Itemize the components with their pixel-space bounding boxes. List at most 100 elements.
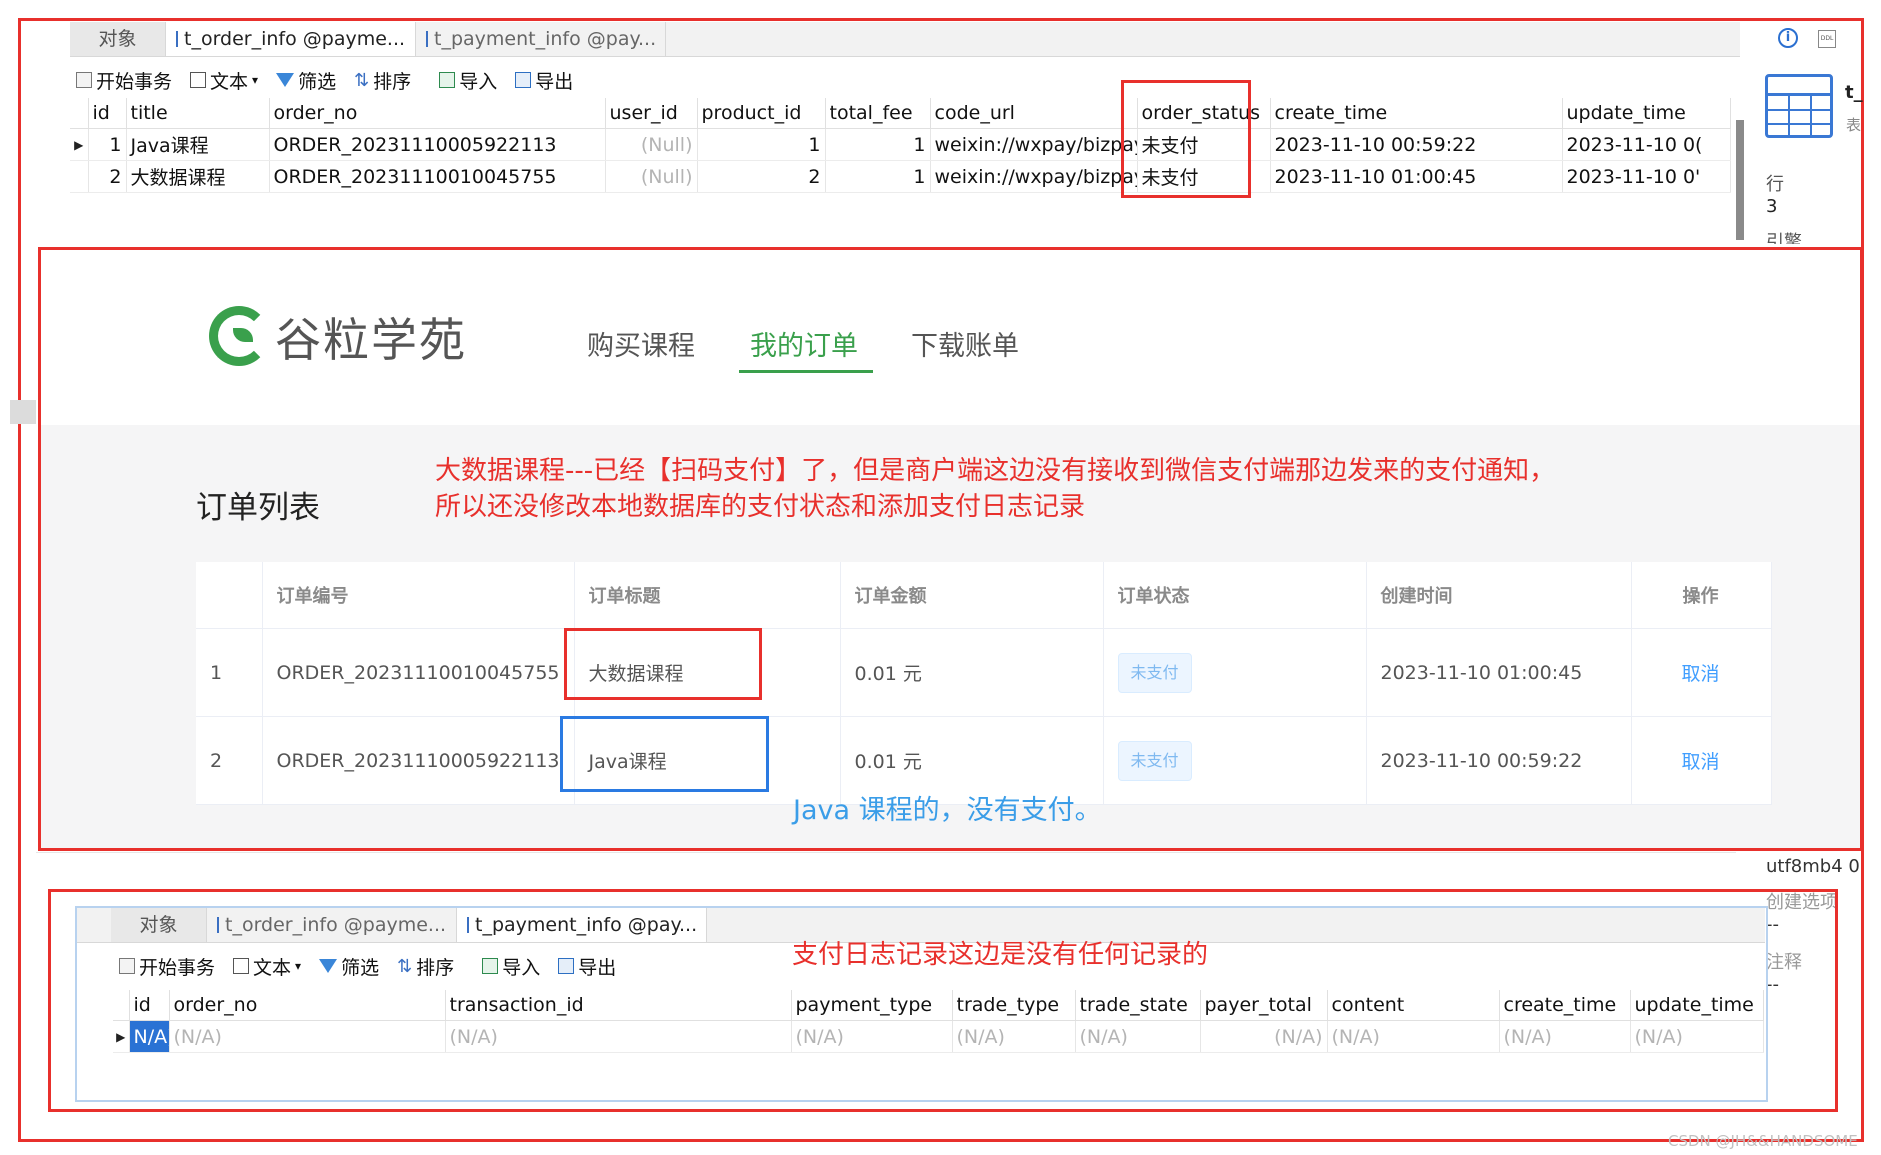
export-button[interactable]: 导出: [558, 953, 616, 980]
cell[interactable]: 1: [825, 128, 931, 161]
column-header[interactable]: id: [129, 990, 170, 1021]
column-header[interactable]: payment_type: [791, 990, 953, 1021]
order-webpage-screenshot: 谷粒学苑 购买课程 我的订单 下载账单 订单列表 大数据课程---已经【扫码支付…: [38, 247, 1863, 851]
text-button[interactable]: 文本 ▾: [190, 67, 258, 94]
cell[interactable]: 2023-11-10 0': [1562, 160, 1731, 193]
begin-transaction-button[interactable]: 开始事务: [119, 953, 215, 980]
tab-payment-info[interactable]: t_payment_info @pay...: [457, 908, 707, 942]
watermark-text: CSDN @JH&&HANDSOME: [1668, 1132, 1858, 1150]
orders-header-row: 订单编号 订单标题 订单金额 订单状态 创建时间 操作: [196, 562, 1772, 629]
orders-table: 订单编号 订单标题 订单金额 订单状态 创建时间 操作 1 ORDER_2023…: [196, 562, 1772, 805]
cell[interactable]: 2023-11-10 01:00:45: [1270, 160, 1563, 193]
sort-button[interactable]: ⇅ 排序: [354, 67, 411, 94]
table-row[interactable]: 2 大数据课程 ORDER_20231110010045755 (Null) 2…: [70, 160, 1731, 193]
vertical-scrollbar[interactable]: [1736, 120, 1744, 240]
filter-button[interactable]: 筛选: [319, 953, 379, 980]
tab-objects[interactable]: 对象: [111, 908, 207, 942]
cell[interactable]: ORDER_20231110010045755: [269, 160, 606, 193]
cancel-order-link[interactable]: 取消: [1681, 663, 1719, 685]
column-header[interactable]: create_time: [1499, 990, 1631, 1021]
filter-icon: [319, 959, 338, 973]
cell[interactable]: 2023-11-10 00:59:22: [1270, 128, 1563, 161]
column-header[interactable]: order_no: [169, 990, 446, 1021]
button-label: 文本: [253, 956, 292, 979]
column-header[interactable]: create_time: [1270, 98, 1563, 129]
cell[interactable]: 2: [88, 160, 127, 193]
order-created: 2023-11-10 00:59:22: [1366, 716, 1632, 805]
tab-objects[interactable]: 对象: [70, 22, 166, 56]
order-action-cell: 取消: [1631, 716, 1772, 805]
cell[interactable]: (N/A): [169, 1020, 446, 1053]
order-info-grid-window: 对象 t_order_info @payme... t_payment_info…: [70, 22, 1740, 244]
cell[interactable]: (N/A): [1630, 1020, 1764, 1053]
cell[interactable]: 大数据课程: [126, 160, 270, 193]
sort-icon: ⇅: [397, 955, 413, 977]
column-header[interactable]: update_time: [1630, 990, 1764, 1021]
button-label: 排序: [416, 956, 455, 979]
tab-order-info[interactable]: t_order_info @payme...: [166, 22, 416, 56]
column-header[interactable]: content: [1327, 990, 1500, 1021]
filter-button[interactable]: 筛选: [276, 67, 336, 94]
cell[interactable]: 1: [825, 160, 931, 193]
cell[interactable]: ORDER_20231110005922113: [269, 128, 606, 161]
column-header[interactable]: total_fee: [825, 98, 931, 129]
tab-order-info[interactable]: t_order_info @payme...: [207, 908, 457, 942]
table-row[interactable]: ▶ 1 Java课程 ORDER_20231110005922113 (Null…: [70, 128, 1731, 161]
cell[interactable]: (Null): [605, 160, 698, 193]
cell[interactable]: (Null): [605, 128, 698, 161]
table-header-row: id order_no transaction_id payment_type …: [113, 990, 1764, 1021]
cell[interactable]: 1: [697, 128, 826, 161]
order-index: 2: [196, 716, 263, 805]
cell[interactable]: (N/A): [1075, 1020, 1201, 1053]
sort-button[interactable]: ⇅ 排序: [397, 953, 454, 980]
export-button[interactable]: 导出: [515, 67, 573, 94]
cancel-order-link[interactable]: 取消: [1681, 751, 1719, 773]
column-header[interactable]: trade_type: [952, 990, 1076, 1021]
import-button[interactable]: 导入: [482, 953, 540, 980]
nav-my-orders[interactable]: 我的订单: [750, 324, 858, 363]
order-list-title: 订单列表: [196, 490, 320, 526]
button-label: 导出: [535, 70, 574, 93]
cell[interactable]: (N/A): [952, 1020, 1076, 1053]
cell[interactable]: 2: [697, 160, 826, 193]
column-header[interactable]: user_id: [605, 98, 698, 129]
column-header[interactable]: payer_total: [1200, 990, 1328, 1021]
cell[interactable]: (N/A): [1200, 1020, 1328, 1053]
cell[interactable]: Java课程: [126, 128, 270, 161]
cell[interactable]: weixin://wxpay/bizpay: [930, 160, 1138, 193]
nav-download-bill[interactable]: 下载账单: [911, 324, 1019, 363]
text-button[interactable]: 文本 ▾: [233, 953, 301, 980]
info-icon[interactable]: i: [1778, 28, 1798, 48]
site-logo-text[interactable]: 谷粒学苑: [275, 304, 467, 370]
button-label: 文本: [210, 70, 249, 93]
cell[interactable]: 2023-11-10 0(: [1562, 128, 1731, 161]
column-header[interactable]: code_url: [930, 98, 1138, 129]
cell[interactable]: 1: [88, 128, 127, 161]
column-header[interactable]: update_time: [1562, 98, 1731, 129]
cell[interactable]: (N/A): [445, 1020, 792, 1053]
import-button[interactable]: 导入: [439, 67, 497, 94]
table-row[interactable]: ▶ N/A) (N/A) (N/A) (N/A) (N/A) (N/A) (N/…: [113, 1020, 1764, 1053]
column-header[interactable]: id: [88, 98, 127, 129]
order-index: 1: [196, 628, 263, 717]
tab-payment-info[interactable]: t_payment_info @pay...: [416, 22, 666, 56]
nav-buy-courses[interactable]: 购买课程: [587, 324, 695, 363]
tab-label: t_payment_info @pay...: [475, 914, 698, 936]
column-header[interactable]: trade_state: [1075, 990, 1201, 1021]
column-header[interactable]: product_id: [697, 98, 826, 129]
column-header[interactable]: title: [126, 98, 270, 129]
cell[interactable]: (N/A): [791, 1020, 953, 1053]
column-header-created: 创建时间: [1366, 562, 1632, 629]
cell[interactable]: (N/A): [1327, 1020, 1500, 1053]
ddl-icon[interactable]: DDL: [1818, 30, 1836, 48]
begin-transaction-button[interactable]: 开始事务: [76, 67, 172, 94]
cell-selected[interactable]: N/A): [129, 1020, 170, 1053]
column-header[interactable]: transaction_id: [445, 990, 792, 1021]
column-header-amount: 订单金额: [840, 562, 1104, 629]
document-icon: [233, 958, 250, 974]
column-header[interactable]: order_no: [269, 98, 606, 129]
cell[interactable]: weixin://wxpay/bizpay: [930, 128, 1138, 161]
import-icon: [482, 958, 499, 974]
button-label: 筛选: [341, 956, 380, 979]
cell[interactable]: (N/A): [1499, 1020, 1631, 1053]
